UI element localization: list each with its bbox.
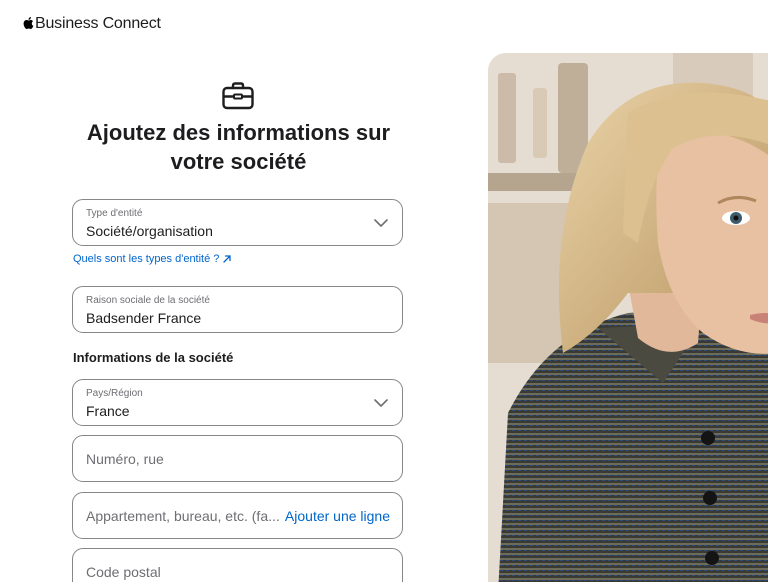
country-select[interactable]: Pays/Région France	[72, 379, 403, 426]
add-line-button[interactable]: Ajouter une ligne	[285, 508, 390, 524]
chevron-down-icon	[374, 218, 388, 227]
apartment-field[interactable]: Appartement, bureau, etc. (fa... Ajouter…	[72, 492, 403, 539]
entity-type-value: Société/organisation	[86, 223, 213, 239]
postal-code-field[interactable]: Code postal	[72, 548, 403, 582]
entity-type-select[interactable]: Type d'entité Société/organisation	[72, 199, 403, 246]
briefcase-icon	[222, 82, 254, 110]
entity-type-label: Type d'entité	[86, 208, 143, 219]
company-name-value: Badsender France	[86, 310, 202, 326]
street-field[interactable]: Numéro, rue	[72, 435, 403, 482]
postal-code-placeholder: Code postal	[86, 563, 161, 580]
country-value: France	[86, 403, 130, 419]
entity-types-help-link-label: Quels sont les types d'entité ?	[73, 253, 220, 265]
arrow-up-right-icon	[223, 255, 232, 263]
woman-portrait-image	[488, 53, 768, 582]
brand-logo[interactable]: Business Connect	[22, 15, 161, 33]
entity-types-help-link[interactable]: Quels sont les types d'entité ?	[73, 253, 232, 265]
page: Business Connect Ajoutez des information…	[0, 0, 768, 582]
company-name-label: Raison sociale de la société	[86, 295, 210, 306]
apartment-placeholder: Appartement, bureau, etc. (fa...	[86, 507, 280, 524]
brand-name: Business Connect	[35, 15, 161, 32]
hero-photo	[488, 53, 768, 582]
company-name-field[interactable]: Raison sociale de la société Badsender F…	[72, 286, 403, 333]
country-label: Pays/Région	[86, 388, 143, 399]
page-title: Ajoutez des informations sur votre socié…	[86, 120, 391, 174]
section-title: Informations de la société	[73, 350, 234, 365]
street-placeholder: Numéro, rue	[86, 450, 164, 467]
chevron-down-icon	[374, 398, 388, 407]
apple-logo-icon	[23, 17, 34, 30]
